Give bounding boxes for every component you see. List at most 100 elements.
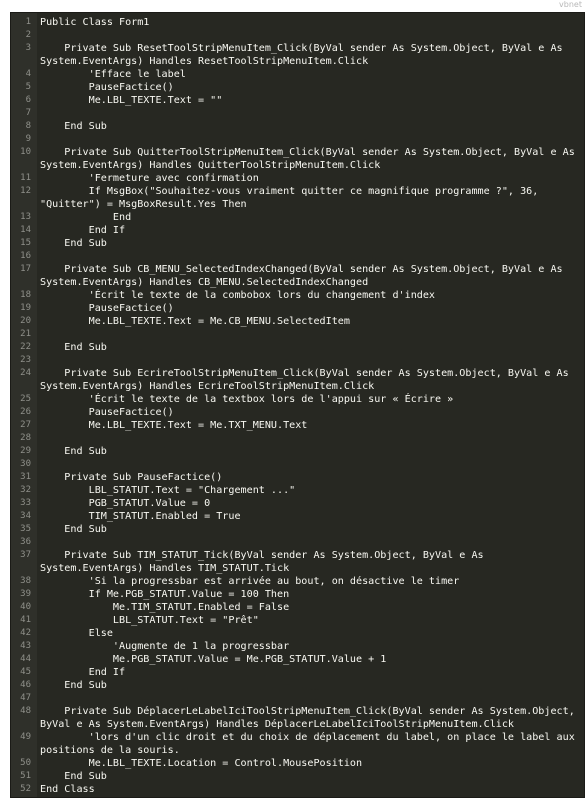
line-number: 39 [20, 589, 31, 599]
code-text: 'Si la progressbar est arrivée au bout, … [40, 576, 460, 587]
code-text: Private Sub TIM_STATUT_Tick(ByVal sender… [40, 550, 484, 561]
code-text: PauseFactice() [40, 82, 174, 93]
code-line: 37 Private Sub TIM_STATUT_Tick(ByVal sen… [11, 549, 584, 562]
line-number: 41 [20, 615, 31, 625]
code-line: "Quitter") = MsgBoxResult.Yes Then [11, 198, 584, 211]
code-line: 35 End Sub [11, 523, 584, 536]
code-text: End If [40, 225, 126, 236]
code-line: 42 Else [11, 627, 584, 640]
line-number: 35 [20, 524, 31, 534]
line-number: 20 [20, 316, 31, 326]
code-text: System.EventArgs) Handles QuitterToolStr… [40, 160, 381, 171]
line-number: 6 [25, 95, 31, 105]
code-text: TIM_STATUT.Enabled = True [40, 511, 241, 522]
line-number: 5 [25, 82, 31, 92]
line-number: 45 [20, 667, 31, 677]
line-number: 16 [20, 251, 31, 261]
code-text: End [40, 212, 132, 223]
code-line: 44 Me.PGB_STATUT.Value = Me.PGB_STATUT.V… [11, 653, 584, 666]
line-number: 1 [25, 17, 31, 27]
line-number: 52 [20, 784, 31, 794]
line-number: 38 [20, 576, 31, 586]
line-number: 23 [20, 355, 31, 365]
line-number: 7 [25, 108, 31, 118]
code-line: 6 Me.LBL_TEXTE.Text = "" [11, 94, 584, 107]
code-text: System.EventArgs) Handles ResetToolStrip… [40, 56, 369, 67]
code-text: Private Sub CB_MENU_SelectedIndexChanged… [40, 264, 563, 275]
code-text: 'Augmente de 1 la progressbar [40, 641, 290, 652]
code-text: End Sub [40, 446, 107, 457]
line-number: 11 [20, 173, 31, 183]
code-text: End If [40, 667, 126, 678]
line-number: 14 [20, 225, 31, 235]
code-line: 10 Private Sub QuitterToolStripMenuItem_… [11, 146, 584, 159]
code-text: Me.LBL_TEXTE.Text = Me.TXT_MENU.Text [40, 420, 308, 431]
code-line: 31 Private Sub PauseFactice() [11, 471, 584, 484]
line-number: 25 [20, 394, 31, 404]
code-text: End Sub [40, 680, 107, 691]
line-number: 17 [20, 264, 31, 274]
code-text: System.EventArgs) Handles TIM_STATUT.Tic… [40, 563, 290, 574]
code-line: 47 [11, 692, 584, 705]
code-line: 38 'Si la progressbar est arrivée au bou… [11, 575, 584, 588]
code-line: 24 Private Sub EcrireToolStripMenuItem_C… [11, 367, 584, 380]
line-number: 43 [20, 641, 31, 651]
line-number: 40 [20, 602, 31, 612]
code-line: 41 LBL_STATUT.Text = "Prêt" [11, 614, 584, 627]
code-line: 2 [11, 29, 584, 42]
line-number: 24 [20, 368, 31, 378]
code-lines: 1 Public Class Form1 2 3 Private Sub ResetT… [11, 16, 584, 796]
line-number: 29 [20, 446, 31, 456]
code-text: Private Sub PauseFactice() [40, 472, 223, 483]
code-text: 'Efface le label [40, 69, 186, 80]
code-text: Me.PGB_STATUT.Value = Me.PGB_STATUT.Valu… [40, 654, 387, 665]
code-text: PGB_STATUT.Value = 0 [40, 498, 211, 509]
code-line: 16 [11, 250, 584, 263]
line-number: 49 [20, 732, 31, 742]
code-text: Private Sub EcrireToolStripMenuItem_Clic… [40, 368, 569, 379]
line-number: 21 [20, 329, 31, 339]
code-text: positions de la souris. [40, 745, 180, 756]
code-text: End Sub [40, 771, 107, 782]
line-number: 3 [25, 43, 31, 53]
line-number: 50 [20, 758, 31, 768]
line-number: 12 [20, 186, 31, 196]
code-line: 7 [11, 107, 584, 120]
code-text: PauseFactice() [40, 407, 174, 418]
code-text: Me.LBL_TEXTE.Text = Me.CB_MENU.SelectedI… [40, 316, 350, 327]
line-number: 47 [20, 693, 31, 703]
code-text: Private Sub DéplacerLeLabelIciToolStripM… [40, 706, 575, 717]
code-text: 'Écrit le texte de la combobox lors du c… [40, 290, 436, 301]
line-number: 10 [20, 147, 31, 157]
code-line: System.EventArgs) Handles CB_MENU.Select… [11, 276, 584, 289]
code-line: 14 End If [11, 224, 584, 237]
code-text: End Class [40, 784, 95, 795]
line-number: 34 [20, 511, 31, 521]
line-number: 22 [20, 342, 31, 352]
code-line: 48 Private Sub DéplacerLeLabelIciToolStr… [11, 705, 584, 718]
code-text: Private Sub ResetToolStripMenuItem_Click… [40, 43, 563, 54]
line-number: 8 [25, 121, 31, 131]
code-line: 43 'Augmente de 1 la progressbar [11, 640, 584, 653]
code-text: LBL_STATUT.Text = "Chargement ..." [40, 485, 296, 496]
code-text: Me.TIM_STATUT.Enabled = False [40, 602, 290, 613]
line-number: 48 [20, 706, 31, 716]
code-line: 27 Me.LBL_TEXTE.Text = Me.TXT_MENU.Text [11, 419, 584, 432]
code-line: 8 End Sub [11, 120, 584, 133]
line-number: 26 [20, 407, 31, 417]
code-line: System.EventArgs) Handles ResetToolStrip… [11, 55, 584, 68]
code-text: 'Fermeture avec confirmation [40, 173, 259, 184]
code-line: System.EventArgs) Handles QuitterToolStr… [11, 159, 584, 172]
code-line: 32 LBL_STATUT.Text = "Chargement ..." [11, 484, 584, 497]
code-text: ByVal e As System.EventArgs) Handles Dép… [40, 719, 515, 730]
code-line: 40 Me.TIM_STATUT.Enabled = False [11, 601, 584, 614]
code-text: End Sub [40, 121, 107, 132]
code-line: 9 [11, 133, 584, 146]
line-number: 33 [20, 498, 31, 508]
line-number: 32 [20, 485, 31, 495]
code-text: If Me.PGB_STATUT.Value = 100 Then [40, 589, 290, 600]
line-number: 30 [20, 459, 31, 469]
line-number: 19 [20, 303, 31, 313]
code-text: System.EventArgs) Handles EcrireToolStri… [40, 381, 375, 392]
code-text: LBL_STATUT.Text = "Prêt" [40, 615, 259, 626]
